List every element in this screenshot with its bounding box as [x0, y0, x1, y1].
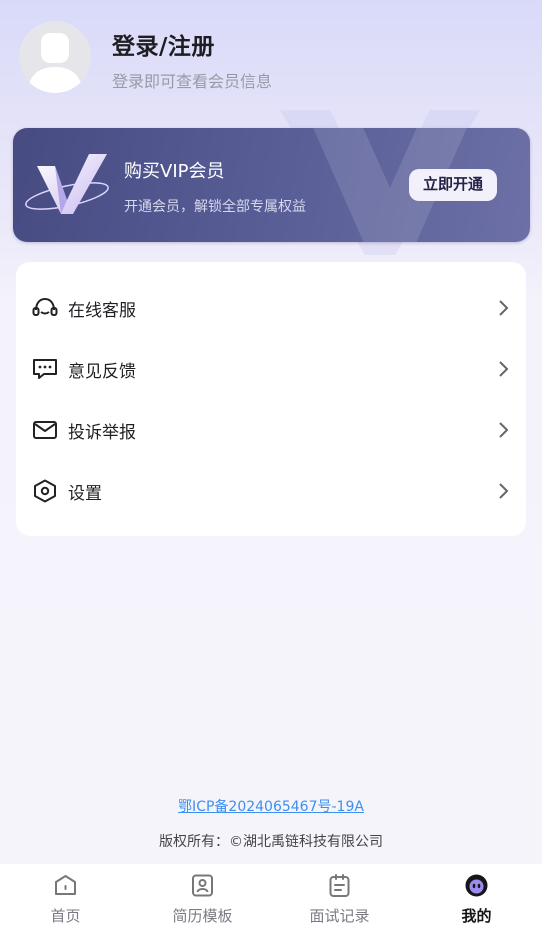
default-avatar-icon — [27, 33, 83, 93]
login-register-title[interactable]: 登录/注册 — [112, 27, 215, 61]
menu-item-label: 设置 — [68, 484, 102, 504]
menu-item-label: 意见反馈 — [68, 362, 136, 382]
tab-label: 首页 — [50, 907, 81, 925]
icp-link[interactable]: 鄂ICP备2024065467号-19A — [0, 796, 542, 816]
tab-mine[interactable]: 我的 — [409, 864, 542, 941]
bottom-tab-bar: 首页 简历模板 面试记录 我的 — [0, 864, 542, 941]
tab-label: 简历模板 — [172, 907, 233, 925]
menu-item-feedback[interactable]: 意见反馈 — [16, 341, 526, 397]
tab-label: 面试记录 — [309, 907, 370, 925]
chevron-right-icon — [499, 422, 509, 438]
profile-icon — [465, 874, 488, 897]
avatar[interactable] — [19, 21, 91, 93]
chevron-right-icon — [499, 483, 509, 499]
tab-resume-templates[interactable]: 简历模板 — [135, 864, 270, 941]
menu-item-settings[interactable]: 设置 — [16, 463, 526, 519]
tab-label: 我的 — [461, 907, 492, 925]
settings-icon — [34, 479, 56, 503]
menu-item-label: 在线客服 — [68, 301, 136, 321]
login-hint: 登录即可查看会员信息 — [112, 72, 273, 91]
copyright-text: 版权所有：©湖北禹链科技有限公司 — [159, 834, 383, 850]
vip-title: 购买VIP会员 — [124, 161, 225, 182]
menu-item-customer-service[interactable]: 在线客服 — [16, 280, 526, 336]
menu-card: 在线客服 意见反馈 投诉举报 设置 — [16, 262, 526, 536]
vip-subtitle: 开通会员，解锁全部专属权益 — [124, 199, 306, 215]
chevron-right-icon — [499, 361, 509, 377]
menu-item-report[interactable]: 投诉举报 — [16, 402, 526, 458]
record-icon — [329, 874, 350, 897]
tab-interview-records[interactable]: 面试记录 — [272, 864, 407, 941]
menu-item-label: 投诉举报 — [68, 423, 136, 443]
tab-home[interactable]: 首页 — [0, 864, 133, 941]
headset-icon — [32, 297, 58, 316]
home-icon — [55, 875, 76, 895]
open-vip-button[interactable]: 立即开通 — [409, 169, 497, 201]
resume-icon — [192, 874, 213, 897]
vip-card[interactable]: 购买VIP会员 开通会员，解锁全部专属权益 立即开通 — [13, 128, 530, 242]
mail-icon — [33, 421, 57, 439]
feedback-icon — [33, 359, 57, 379]
vip-v-logo-icon — [25, 154, 109, 214]
chevron-right-icon — [499, 300, 509, 316]
